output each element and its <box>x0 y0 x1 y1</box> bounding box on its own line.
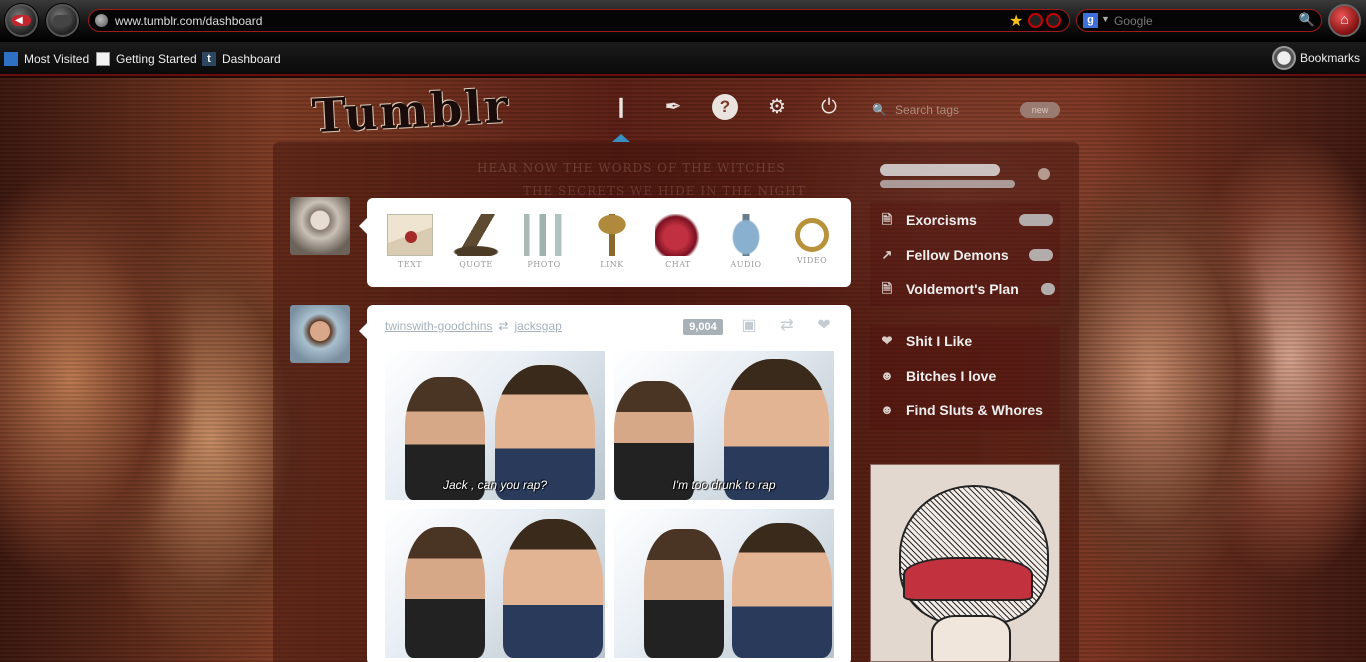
sorting-hat-icon <box>453 214 499 256</box>
post-composer: TEXT QUOTE PHOTO LINK CHAT AUDIO VIDEO <box>359 198 851 287</box>
search-tags[interactable]: 🔍 Search tags new <box>872 100 1060 120</box>
address-bar[interactable]: www.tumblr.com/dashboard ★ <box>88 9 1070 32</box>
home-icon: ⌂ <box>1340 11 1349 27</box>
vials-icon <box>521 214 567 256</box>
page-icon <box>96 52 110 66</box>
post-type-link[interactable]: LINK <box>583 210 641 280</box>
post-type-audio[interactable]: AUDIO <box>717 210 775 280</box>
forward-button[interactable] <box>46 4 79 37</box>
chevron-down-icon[interactable]: ▼ <box>1101 14 1110 24</box>
ring-icon <box>795 218 829 252</box>
post-header: twinswith-goodchins ⇄ jacksgap <box>385 319 562 333</box>
source-link[interactable]: jacksgap <box>514 319 561 333</box>
post-type-photo[interactable]: PHOTO <box>515 210 573 280</box>
avatar[interactable] <box>290 197 350 255</box>
search-tags-input[interactable]: Search tags <box>895 103 959 117</box>
search-input[interactable]: Google <box>1114 14 1153 28</box>
heart-icon[interactable]: ❤ <box>814 317 834 335</box>
chart-icon: ↗ <box>881 247 893 262</box>
url-text[interactable]: www.tumblr.com/dashboard <box>115 14 262 28</box>
reblog-icon[interactable]: ⇄ <box>777 317 797 335</box>
count-badge <box>1029 249 1053 261</box>
reblog-icon: ⇄ <box>498 319 509 333</box>
gif-frame[interactable]: Jack , can you rap? <box>385 351 605 500</box>
bookmarks-menu[interactable]: Bookmarks <box>1271 46 1360 70</box>
sidebar-item-exorcisms[interactable]: 🗎 Exorcisms <box>880 210 977 230</box>
gear-icon[interactable]: ⚙ <box>764 94 790 120</box>
globe-icon <box>95 14 108 27</box>
gif-caption: Jack , can you rap? <box>442 478 548 492</box>
tumblr-icon: t <box>202 52 216 66</box>
background-text: HEAR NOW THE WORDS OF THE WITCHES <box>477 161 786 175</box>
power-icon[interactable]: ⏻ <box>816 94 842 120</box>
gif-frame[interactable] <box>614 509 834 658</box>
bookmarks-toolbar: Most Visited Getting Started t Dashboard… <box>0 42 1366 76</box>
radar-illustration[interactable] <box>870 464 1060 662</box>
bookmark-most-visited[interactable]: Most Visited <box>4 52 89 66</box>
sidebar-item-find-blogs[interactable]: ☻ Find Sluts & Whores <box>880 400 1043 420</box>
post-type-quote[interactable]: QUOTE <box>447 210 505 280</box>
reblogger-link[interactable]: twinswith-goodchins <box>385 319 492 333</box>
page-icon: 🗎 <box>881 212 893 227</box>
camera-icon[interactable]: ▣ <box>739 317 759 335</box>
active-tab-indicator <box>612 134 630 142</box>
feather-icon[interactable]: ✒ <box>660 94 686 120</box>
search-tags-button[interactable]: new <box>1020 102 1060 118</box>
help-icon[interactable]: ? <box>712 94 738 120</box>
extension-icon[interactable] <box>1028 13 1043 28</box>
blog-title-blurred[interactable] <box>870 158 1060 194</box>
gif-frame[interactable]: I'm too drunk to rap <box>614 351 834 500</box>
heart-icon: ❤ <box>881 333 893 348</box>
sidebar-item-voldemorts-plan[interactable]: 🗎 Voldemort's Plan <box>880 279 1019 299</box>
extension-icon[interactable] <box>1046 13 1061 28</box>
clock-icon <box>1271 46 1296 70</box>
post-type-video[interactable]: VIDEO <box>783 210 841 280</box>
user-add-icon: ☻ <box>880 402 894 417</box>
stone-icon <box>655 214 701 256</box>
post-type-text[interactable]: TEXT <box>381 210 439 280</box>
magnifier-icon: 🔍 <box>872 103 887 117</box>
bookmark-getting-started[interactable]: Getting Started <box>96 52 197 66</box>
magnifier-icon[interactable]: 🔍 <box>1299 12 1315 28</box>
back-button[interactable]: ◀ <box>5 4 38 37</box>
tumblr-logo[interactable]: Tumblr <box>311 79 512 143</box>
dashboard-post: twinswith-goodchins ⇄ jacksgap 9,004 ▣ ⇄… <box>359 305 851 662</box>
sidebar-item-following[interactable]: ☻ Bitches I love <box>880 366 996 386</box>
search-bar[interactable]: g ▼ Google 🔍 <box>1076 9 1322 32</box>
post-type-chat[interactable]: CHAT <box>649 210 707 280</box>
bottle-icon <box>723 214 769 256</box>
tumblr-dashboard: Tumblr HEAR NOW THE WORDS OF THE WITCHES… <box>0 78 1366 662</box>
home-button[interactable]: ⌂ <box>1328 4 1361 37</box>
blog-avatar[interactable] <box>290 305 350 363</box>
gear-icon[interactable] <box>1038 168 1050 180</box>
dashboard-icon[interactable]: ❙ <box>608 94 634 120</box>
sidebar-item-fellow-demons[interactable]: ↗ Fellow Demons <box>880 245 1009 265</box>
count-badge <box>1041 283 1055 295</box>
user-icon: ☻ <box>880 368 894 383</box>
sidebar-item-likes[interactable]: ❤ Shit I Like <box>880 331 973 351</box>
gif-caption: I'm too drunk to rap <box>672 478 776 492</box>
star-icon[interactable]: ★ <box>1009 11 1023 31</box>
notes-count[interactable]: 9,004 <box>683 319 723 335</box>
envelope-icon <box>387 214 433 256</box>
browser-toolbar: ◀ www.tumblr.com/dashboard ★ g ▼ Google … <box>0 0 1366 42</box>
folder-icon <box>4 52 18 66</box>
gif-frame[interactable] <box>385 509 605 658</box>
google-icon[interactable]: g <box>1083 13 1098 28</box>
background-text: THE SECRETS WE HIDE IN THE NIGHT <box>523 184 806 198</box>
forward-arrow-icon <box>53 15 72 26</box>
bookmark-dashboard[interactable]: t Dashboard <box>202 52 281 66</box>
page-icon: 🗎 <box>881 281 893 296</box>
cup-icon <box>589 214 635 256</box>
count-badge <box>1019 214 1053 226</box>
